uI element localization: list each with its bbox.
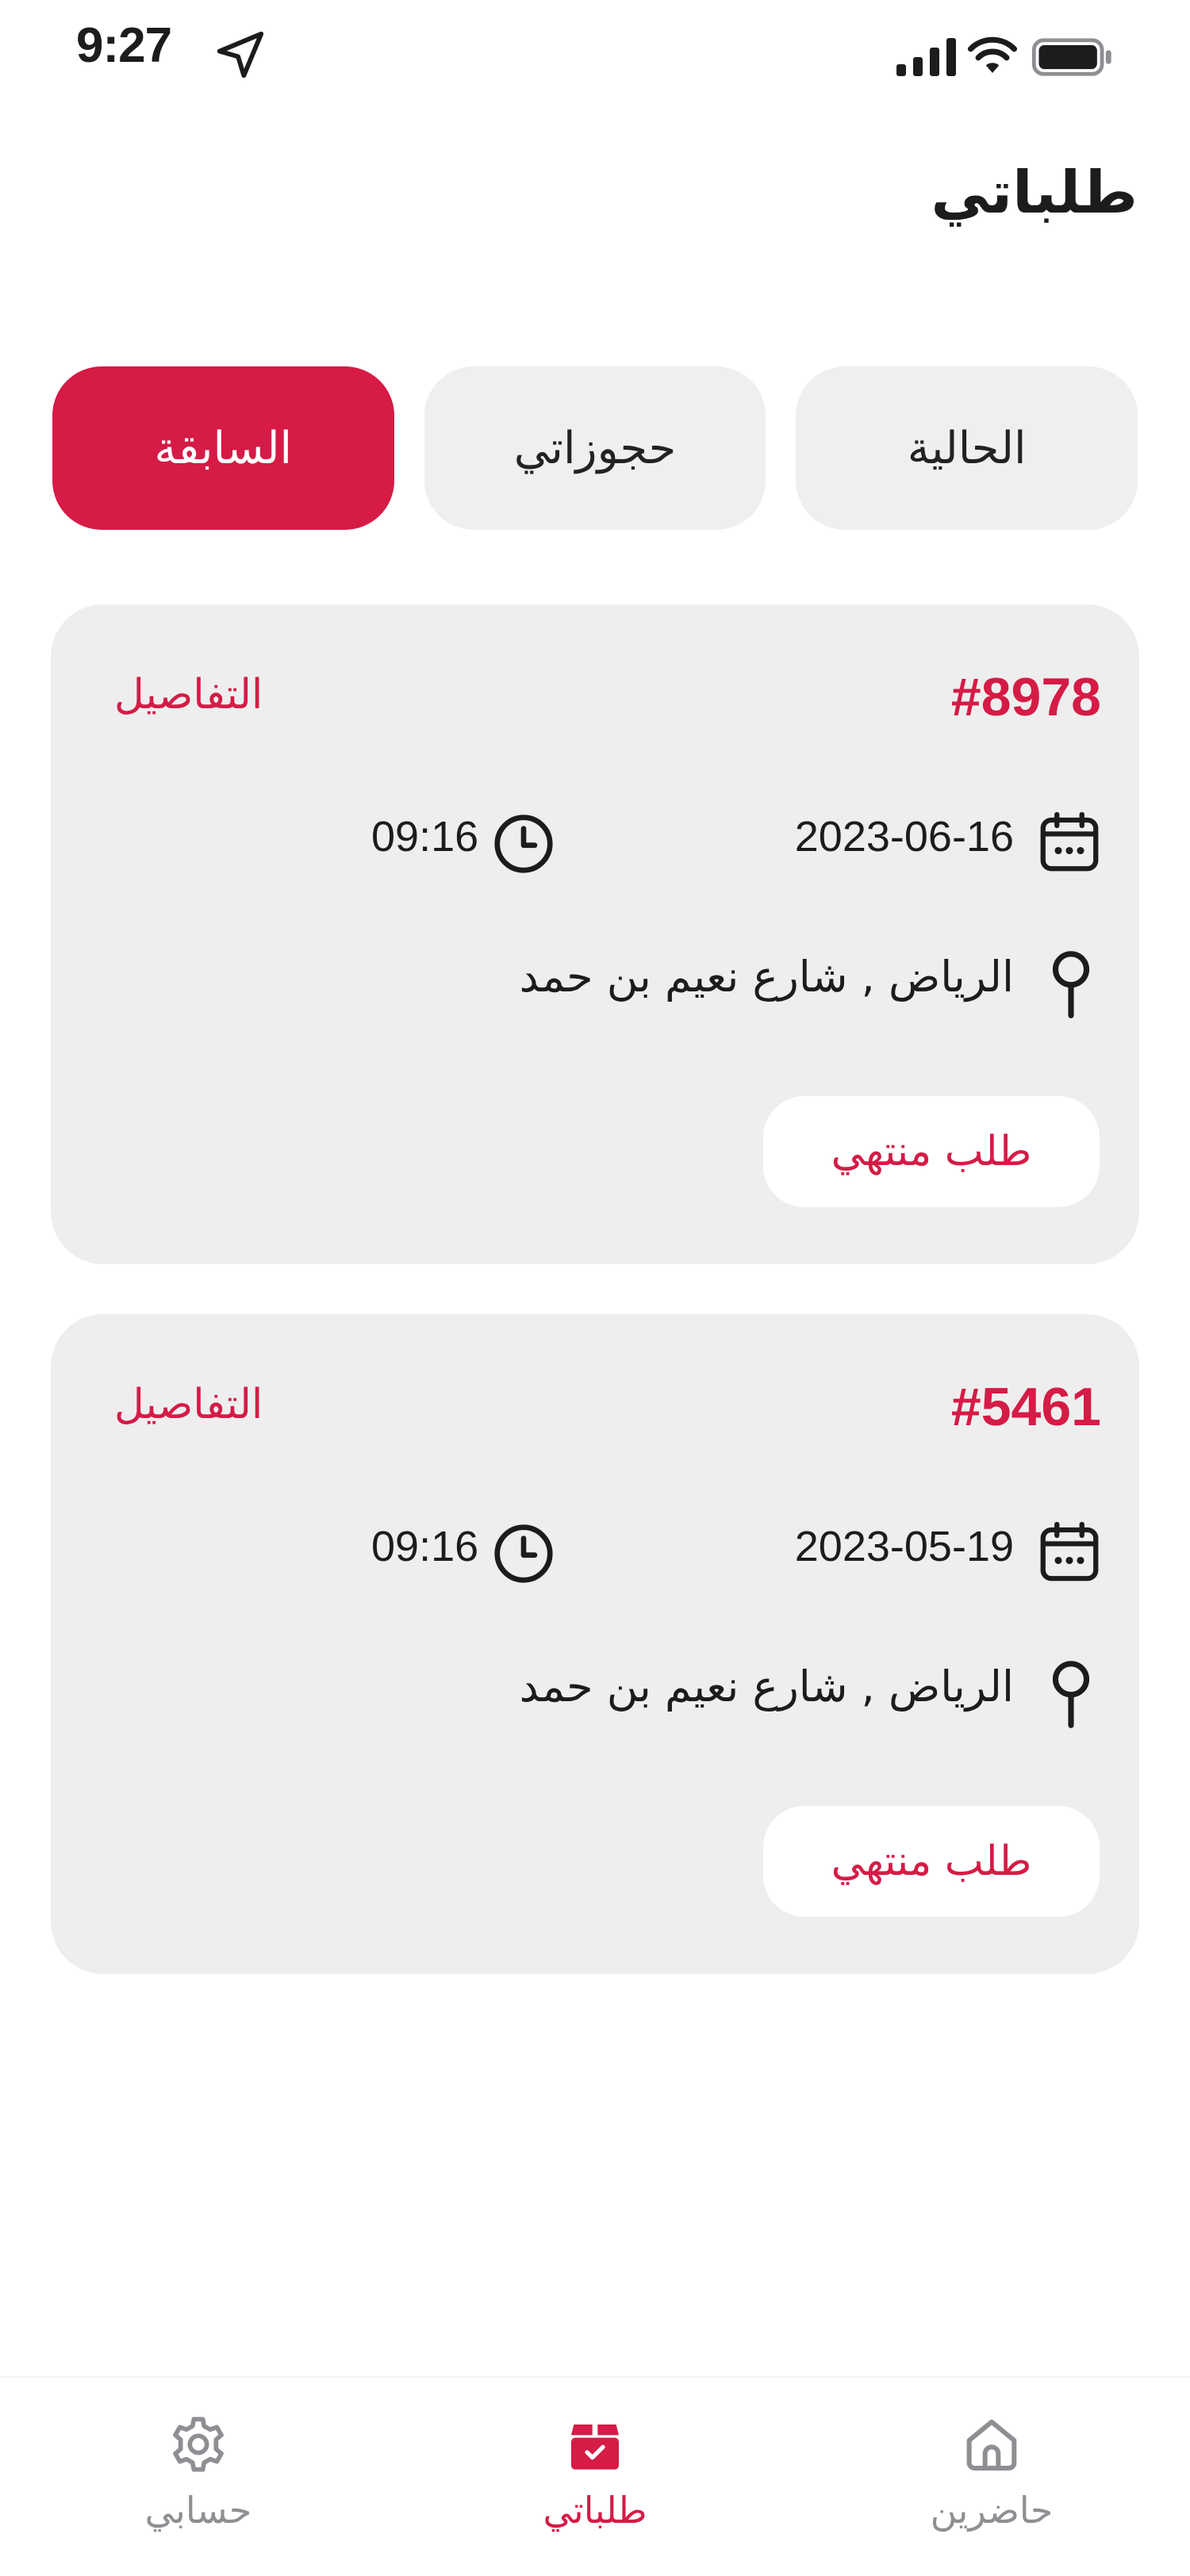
order-date: 2023-06-16	[794, 813, 1014, 861]
nav-label-home: حاضرين	[930, 2489, 1054, 2532]
order-status-badge: طلب منتهي	[763, 1806, 1100, 1917]
details-link[interactable]: التفاصيل	[114, 1381, 263, 1428]
page-title: طلباتي	[931, 159, 1138, 227]
bottom-nav: حاضرين طلباتي حسابي	[0, 2376, 1190, 2576]
order-tabs: الحالية حجوزاتي السابقة	[52, 366, 1138, 530]
nav-label-account: حسابي	[144, 2489, 252, 2532]
calendar-icon	[1040, 1521, 1099, 1581]
details-link[interactable]: التفاصيل	[114, 671, 263, 719]
orders-box-icon	[571, 2421, 619, 2470]
clock-icon	[494, 815, 553, 873]
gear-icon	[173, 2417, 224, 2472]
cellular-signal-icon	[896, 38, 956, 76]
tab-current[interactable]: الحالية	[796, 366, 1138, 530]
order-date: 2023-05-19	[794, 1523, 1014, 1570]
calendar-icon	[1040, 811, 1099, 872]
map-pin-icon	[1052, 951, 1090, 1018]
order-address: الرياض , شارع نعيم بن حمد	[519, 952, 1014, 1002]
clock-icon	[494, 1524, 553, 1583]
order-number: #5461	[950, 1377, 1101, 1437]
nav-item-account[interactable]: حسابي	[79, 2378, 317, 2576]
location-arrow-icon	[217, 31, 264, 79]
map-pin-icon	[1052, 1661, 1090, 1728]
order-time: 09:16	[371, 1523, 479, 1570]
status-time: 9:27	[76, 18, 172, 73]
order-status-badge: طلب منتهي	[763, 1096, 1100, 1207]
nav-label-orders: طلباتي	[543, 2489, 647, 2532]
home-icon	[966, 2419, 1017, 2471]
battery-icon	[1031, 38, 1111, 76]
tab-bookings[interactable]: حجوزاتي	[424, 366, 766, 530]
order-card: #8978 التفاصيل 2023-06-16 09:16 الرياض ,…	[51, 604, 1139, 1264]
status-bar: 9:27	[0, 0, 1190, 103]
nav-item-orders[interactable]: طلباتي	[476, 2378, 714, 2576]
tab-previous[interactable]: السابقة	[52, 366, 394, 530]
order-time: 09:16	[371, 813, 479, 861]
order-address: الرياض , شارع نعيم بن حمد	[519, 1662, 1014, 1712]
order-card: #5461 التفاصيل 2023-05-19 09:16 الرياض ,…	[51, 1314, 1139, 1974]
order-number: #8978	[950, 667, 1101, 727]
wifi-icon	[967, 36, 1018, 73]
nav-item-home[interactable]: حاضرين	[873, 2378, 1111, 2576]
